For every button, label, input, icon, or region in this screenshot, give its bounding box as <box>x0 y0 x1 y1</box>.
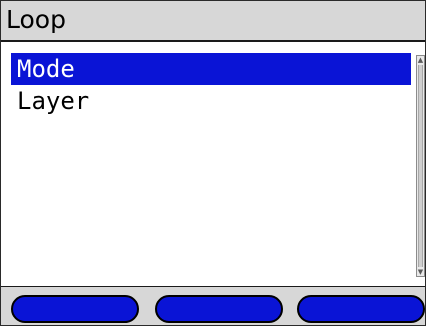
scroll-up-icon[interactable]: ▲ <box>417 56 424 64</box>
vertical-scrollbar[interactable]: ▲ ▼ <box>416 55 425 277</box>
scroll-thumb[interactable] <box>418 65 423 267</box>
right-softkey[interactable] <box>297 295 425 323</box>
device-screen: Loop Mode Layer ▲ ▼ <box>0 0 426 326</box>
screen-title: Loop <box>6 5 66 34</box>
menu-item-label: Layer <box>17 87 90 115</box>
softkey-bar <box>1 286 425 325</box>
title-bar: Loop <box>1 1 425 42</box>
menu-item-label: Mode <box>17 55 75 83</box>
scroll-down-icon[interactable]: ▼ <box>417 268 424 276</box>
middle-softkey[interactable] <box>155 295 283 323</box>
left-softkey[interactable] <box>11 295 139 323</box>
menu-item-layer[interactable]: Layer <box>11 85 411 117</box>
menu-item-mode[interactable]: Mode <box>11 53 411 85</box>
menu-list: Mode Layer <box>11 53 411 278</box>
